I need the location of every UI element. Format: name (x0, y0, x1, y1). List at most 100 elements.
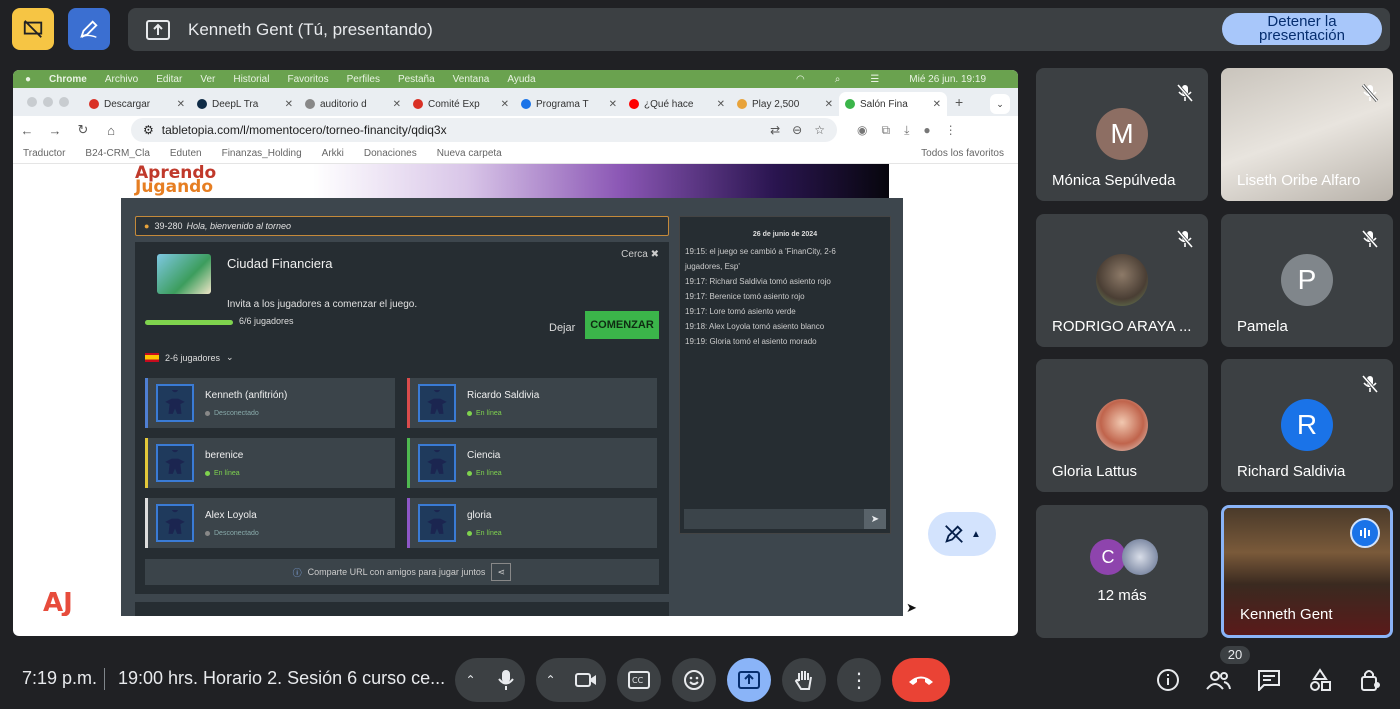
participant-name: Pamela (1237, 318, 1288, 335)
chat-line: 19:17: Richard Saldivia tomó asiento roj… (685, 277, 831, 286)
participant-tile[interactable]: P Pamela (1221, 214, 1393, 347)
welcome-text: Hola, bienvenido al torneo (186, 221, 292, 231)
info-icon: ⓘ (292, 567, 302, 578)
avatar (1096, 254, 1148, 306)
bookmark-item[interactable]: B24-CRM_Cla (85, 148, 149, 159)
more-options-button[interactable]: ⋮ (837, 658, 881, 702)
reload-icon[interactable]: ↻ (69, 122, 97, 138)
share-icon[interactable]: ⋖ (491, 563, 512, 581)
participant-tile[interactable]: Gloria Lattus (1036, 359, 1208, 492)
captions-button[interactable]: CC (617, 658, 661, 702)
browser-tab[interactable]: ¿Qué hace ✕ (623, 92, 731, 116)
stop-presenting-button[interactable]: Detener la presentación (1222, 13, 1382, 45)
start-button[interactable]: COMENZAR (585, 311, 659, 339)
close-tab-icon[interactable]: ✕ (177, 99, 185, 110)
all-bookmarks[interactable]: Todos los favoritos (921, 148, 1004, 159)
menu-dots-icon[interactable]: ⋮ (945, 123, 957, 138)
host-controls-button[interactable] (1357, 666, 1385, 694)
extension-icon[interactable]: ◉ (857, 123, 867, 138)
profile-avatar-icon[interactable]: ● (923, 123, 930, 138)
player-card[interactable]: Ciencia En línea (407, 438, 657, 488)
close-tab-icon[interactable]: ✕ (393, 99, 401, 110)
player-card[interactable]: gloria En línea (407, 498, 657, 548)
browser-tab[interactable]: auditorio d ✕ (299, 92, 407, 116)
divider (104, 668, 105, 690)
aj-logo: AJ (43, 588, 73, 616)
close-window-dot[interactable] (27, 97, 37, 107)
present-now-button[interactable] (727, 658, 771, 702)
bookmark-folder[interactable]: Eduten (170, 148, 202, 159)
browser-tab[interactable]: Play 2,500 ✕ (731, 92, 839, 116)
close-link[interactable]: Cerca ✖ (621, 249, 659, 260)
forward-arrow-icon[interactable]: → (41, 123, 69, 138)
leave-call-button[interactable] (892, 658, 950, 702)
player-status: Desconectado (205, 530, 259, 537)
zoom-icon[interactable]: ⊖ (792, 123, 802, 137)
close-tab-icon[interactable]: ✕ (285, 99, 293, 110)
microphone-button[interactable]: ⌃ (455, 658, 525, 702)
close-tab-icon[interactable]: ✕ (933, 99, 941, 110)
browser-tab[interactable]: DeepL Tra ✕ (191, 92, 299, 116)
chat-panel: 26 de junio de 2024 19:15: el juego se c… (679, 216, 891, 534)
chat-line: 19:15: el juego se cambió a 'FinanCity, … (685, 247, 836, 256)
browser-tab[interactable]: Programa T ✕ (515, 92, 623, 116)
annotate-button[interactable] (68, 8, 110, 50)
meeting-details-button[interactable] (1154, 666, 1182, 694)
player-card[interactable]: Alex Loyola Desconectado (145, 498, 395, 548)
participant-tile[interactable]: R Richard Saldivia (1221, 359, 1393, 492)
site-info-icon[interactable]: ⚙ (143, 123, 154, 137)
chat-line: 19:17: Berenice tomó asiento rojo (685, 292, 805, 301)
tab-favicon-icon (413, 99, 423, 109)
participant-tile[interactable]: Kenneth Gent (1221, 505, 1393, 638)
close-tab-icon[interactable]: ✕ (609, 99, 617, 110)
send-icon[interactable]: ➤ (864, 509, 886, 529)
new-tab-icon[interactable]: + (955, 94, 963, 110)
maximize-window-dot[interactable] (59, 97, 69, 107)
participant-tile[interactable]: Liseth Oribe Alfaro (1221, 68, 1393, 201)
home-icon[interactable]: ⌂ (97, 123, 125, 138)
bookmark-folder[interactable]: Donaciones (364, 148, 417, 159)
bookmark-folder[interactable]: Arkki (322, 148, 344, 159)
tab-search-icon[interactable]: ⌄ (990, 94, 1010, 114)
close-tab-icon[interactable]: ✕ (717, 99, 725, 110)
raise-hand-button[interactable] (782, 658, 826, 702)
bookmark-folder[interactable]: Finanzas_Holding (222, 148, 302, 159)
bookmark-folder[interactable]: Nueva carpeta (437, 148, 502, 159)
players-selector[interactable]: 2-6 jugadores ⌄ (145, 352, 234, 363)
star-icon[interactable]: ☆ (814, 123, 825, 137)
hide-presentation-button[interactable] (12, 8, 54, 50)
participant-count-badge: 20 (1220, 646, 1250, 664)
activities-button[interactable] (1306, 666, 1334, 694)
reactions-button[interactable] (672, 658, 716, 702)
chevron-up-icon: ⌃ (545, 673, 556, 687)
mic-icon (497, 670, 514, 690)
mac-app-name: Chrome (49, 73, 87, 85)
download-icon[interactable]: ⤓ (904, 123, 909, 138)
minimize-window-dot[interactable] (43, 97, 53, 107)
bookmark-item[interactable]: Traductor (23, 148, 65, 159)
browser-tab[interactable]: Descargar ✕ (83, 92, 191, 116)
translate-icon[interactable]: ⇄ (770, 123, 780, 137)
participant-tile[interactable]: RODRIGO ARAYA ... (1036, 214, 1208, 347)
close-tab-icon[interactable]: ✕ (501, 99, 509, 110)
participant-tile[interactable]: C 12 más (1036, 505, 1208, 638)
chevron-up-icon: ⌃ (465, 673, 476, 687)
player-card[interactable]: berenice En línea (145, 438, 395, 488)
lower-panel (135, 602, 669, 616)
address-bar[interactable]: ⚙ tabletopia.com/l/momentocero/torneo-fi… (131, 118, 837, 142)
participant-tile[interactable]: M Mónica Sepúlveda (1036, 68, 1208, 201)
player-card[interactable]: Ricardo Saldivia En línea (407, 378, 657, 428)
annotation-tools-button[interactable]: ▲ (928, 512, 996, 556)
puzzle-icon[interactable]: ⧉ (881, 123, 890, 138)
leave-button[interactable]: Dejar (549, 322, 575, 334)
browser-tab-active[interactable]: Salón Fina ✕ (839, 92, 947, 116)
browser-tab[interactable]: Comité Exp ✕ (407, 92, 515, 116)
close-tab-icon[interactable]: ✕ (825, 99, 833, 110)
meeple-icon (156, 384, 194, 422)
chat-button[interactable] (1255, 666, 1283, 694)
people-button[interactable] (1204, 666, 1232, 694)
player-card[interactable]: Kenneth (anfitrión) Desconectado (145, 378, 395, 428)
camera-button[interactable]: ⌃ (536, 658, 606, 702)
chat-input[interactable]: ➤ (684, 509, 886, 529)
back-arrow-icon[interactable]: ← (13, 123, 41, 138)
